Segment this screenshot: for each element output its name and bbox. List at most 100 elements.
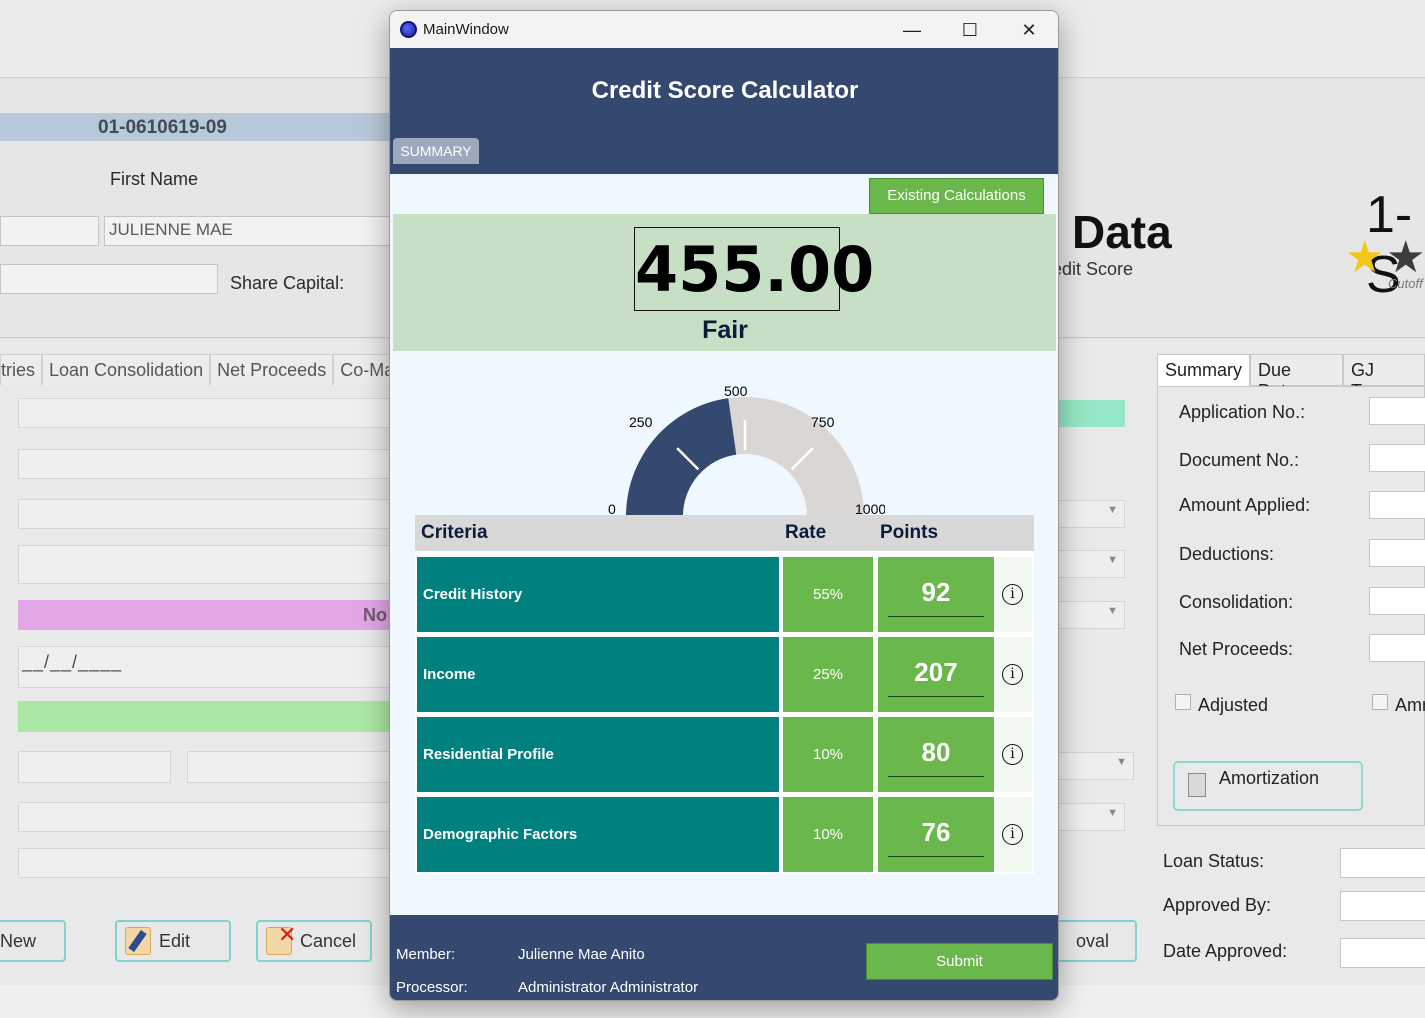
cancel-button[interactable]: ✕ Cancel <box>256 920 372 962</box>
cutoff-label: Cutoff <box>1388 276 1423 291</box>
dropdown[interactable]: ▼ <box>1058 500 1125 528</box>
tab-gj-transactions[interactable]: GJ Trans <box>1342 354 1425 401</box>
star-filled-icon: ★ <box>1345 233 1385 282</box>
approved-by-field[interactable] <box>1340 891 1425 921</box>
deductions-label: Deductions: <box>1179 544 1275 564</box>
window-title: MainWindow <box>423 21 509 38</box>
dropdown[interactable]: ▼ <box>1058 803 1125 831</box>
criteria-income: Income <box>417 637 779 712</box>
application-no-field[interactable] <box>1369 397 1425 425</box>
info-cell: i <box>996 717 1032 792</box>
points-field[interactable]: 207 <box>878 637 994 712</box>
close-icon[interactable]: ✕ <box>1006 15 1052 45</box>
points-field[interactable]: 76 <box>878 797 994 872</box>
tab-entries[interactable]: tries <box>0 354 43 385</box>
points-underline <box>888 696 984 697</box>
document-no-field[interactable] <box>1369 444 1425 472</box>
first-name-field[interactable]: JULIENNE MAE <box>104 216 394 246</box>
submit-button[interactable]: Submit <box>866 943 1053 980</box>
net-proceeds-field[interactable] <box>1369 634 1425 662</box>
date-approved-label: Date Approved: <box>1163 941 1288 961</box>
info-icon[interactable]: i <box>1002 664 1023 685</box>
approval-button-label: oval <box>1076 930 1110 951</box>
gauge-label-750: 750 <box>811 414 835 430</box>
loan-form-field[interactable] <box>187 751 398 783</box>
credit-score-window: MainWindow — ☐ ✕ Credit Score Calculator… <box>389 10 1059 1001</box>
first-name-label: First Name <box>110 169 199 189</box>
criteria-label: Residential Profile <box>423 746 554 763</box>
new-button-label: New <box>0 930 37 951</box>
new-button[interactable]: New <box>0 920 66 962</box>
info-cell: i <box>996 637 1032 712</box>
criteria-table-header <box>415 515 1034 551</box>
minimize-icon[interactable]: — <box>889 15 935 45</box>
adjusted-label: Adjusted <box>1198 695 1269 715</box>
points-header: Points <box>880 522 939 543</box>
status-bar-green <box>18 701 398 732</box>
info-icon[interactable]: i <box>1002 824 1023 845</box>
loan-form-field[interactable] <box>18 398 398 428</box>
application-no-label: Application No.: <box>1179 402 1306 422</box>
gauge-label-500: 500 <box>724 383 748 399</box>
tab-loan-consolidation[interactable]: Loan Consolidation <box>42 354 211 385</box>
info-icon[interactable]: i <box>1002 744 1023 765</box>
amount-applied-label: Amount Applied: <box>1179 495 1311 515</box>
loan-form-field[interactable] <box>18 751 171 783</box>
dropdown[interactable]: ▼ <box>1058 601 1125 629</box>
loan-status-field[interactable] <box>1340 848 1425 878</box>
points-underline <box>888 776 984 777</box>
credit-score-value: 455.00 <box>635 233 875 306</box>
middle-name-field[interactable] <box>0 264 218 294</box>
processor-value: Administrator Administrator <box>518 979 699 996</box>
loan-status-label: Loan Status: <box>1163 851 1265 871</box>
rate-cell: 10% <box>783 717 873 792</box>
consolidation-label: Consolidation: <box>1179 592 1294 612</box>
loan-form-field[interactable] <box>18 449 398 479</box>
loan-tabs: tries Loan Consolidation Net Proceeds Co… <box>0 354 402 385</box>
loan-form-field[interactable] <box>18 802 398 832</box>
chevron-down-icon: ▼ <box>1107 605 1118 617</box>
points-underline <box>888 616 984 617</box>
criteria-residential-profile: Residential Profile <box>417 717 779 792</box>
deductions-field[interactable] <box>1369 539 1425 567</box>
amr-checkbox[interactable] <box>1372 694 1388 710</box>
amount-applied-field[interactable] <box>1369 491 1425 519</box>
maximize-icon[interactable]: ☐ <box>947 15 993 45</box>
adjusted-checkbox[interactable] <box>1175 694 1191 710</box>
existing-calculations-button[interactable]: Existing Calculations <box>869 178 1044 214</box>
edit-button[interactable]: Edit <box>115 920 231 962</box>
calculator-title: Credit Score Calculator <box>591 77 859 104</box>
loan-form-field[interactable] <box>18 545 398 584</box>
date-approved-field[interactable] <box>1340 938 1425 968</box>
gauge-label-250: 250 <box>629 414 653 430</box>
tab-due-dates[interactable]: Due Dates <box>1250 354 1343 401</box>
dropdown[interactable]: ▼ <box>1058 752 1134 780</box>
approved-by-label: Approved By: <box>1163 895 1272 915</box>
rate-cell: 10% <box>783 797 873 872</box>
data-title: Data <box>1072 206 1172 258</box>
points-field[interactable]: 80 <box>878 717 994 792</box>
status-bar-teal <box>1058 400 1125 427</box>
points-field[interactable]: 92 <box>878 557 994 632</box>
star-empty-icon: ★ <box>1386 233 1425 282</box>
member-value: Julienne Mae Anito <box>518 946 645 963</box>
consolidation-field[interactable] <box>1369 587 1425 615</box>
tab-summary-dialog[interactable]: SUMMARY <box>393 138 479 164</box>
tab-net-proceeds[interactable]: Net Proceeds <box>210 354 334 385</box>
info-cell: i <box>996 557 1032 632</box>
loan-form-field[interactable] <box>18 848 398 878</box>
member-label: Member: <box>396 946 456 963</box>
criteria-label: Credit History <box>423 586 523 603</box>
tab-summary[interactable]: Summary <box>1157 354 1251 386</box>
criteria-credit-history: Credit History <box>417 557 779 632</box>
edit-button-label: Edit <box>159 930 191 951</box>
info-cell: i <box>996 797 1032 872</box>
rate-cell: 55% <box>783 557 873 632</box>
info-icon[interactable]: i <box>1002 584 1023 605</box>
last-name-field[interactable] <box>0 216 99 246</box>
amr-label: Amr <box>1395 695 1425 715</box>
chevron-down-icon: ▼ <box>1116 756 1127 768</box>
loan-form-field[interactable] <box>18 499 398 529</box>
dropdown[interactable]: ▼ <box>1058 550 1125 578</box>
pencil-icon <box>125 927 151 955</box>
